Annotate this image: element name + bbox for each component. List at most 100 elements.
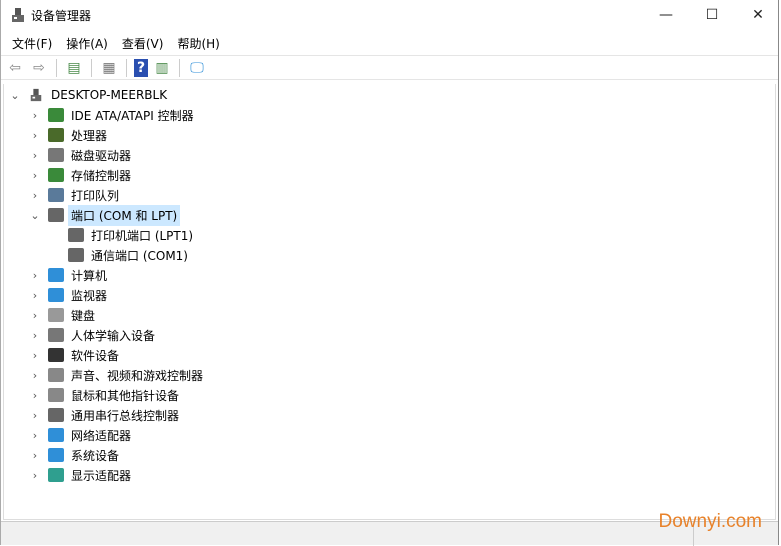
chevron-right-icon[interactable]: › [28, 449, 42, 462]
chevron-right-icon[interactable]: › [28, 429, 42, 442]
chevron-right-icon[interactable]: › [28, 289, 42, 302]
help-button[interactable]: ? [134, 58, 148, 77]
chevron-right-icon[interactable]: › [28, 269, 42, 282]
scan-hardware-button[interactable]: 🖵 [187, 59, 207, 77]
root-label: DESKTOP-MEERBLK [51, 88, 168, 102]
tree-item[interactable]: › 打印队列 [28, 185, 122, 205]
tree-item[interactable]: › 鼠标和其他指针设备 [28, 385, 182, 405]
tree-item[interactable]: 通信端口 (COM1) [48, 245, 191, 265]
tree-item-label: 处理器 [71, 128, 108, 143]
tree-item-label: 通信端口 (COM1) [91, 248, 188, 263]
menu-bar: 文件(F) 操作(A) 查看(V) 帮助(H) [1, 32, 778, 54]
computer-root-icon [30, 88, 42, 102]
display-icon [48, 468, 64, 482]
title-bar: 设备管理器 — ☐ ✕ [1, 0, 778, 30]
tree-item[interactable]: › 监视器 [28, 285, 110, 305]
tree-item[interactable]: › 存储控制器 [28, 165, 134, 185]
tree-item[interactable]: 打印机端口 (LPT1) [48, 225, 196, 245]
tree-item[interactable]: › 键盘 [28, 305, 98, 325]
tree-item[interactable]: › 人体学输入设备 [28, 325, 158, 345]
printer-icon [48, 188, 64, 202]
port-icon [68, 228, 84, 242]
tree-item[interactable]: › 声音、视频和游戏控制器 [28, 365, 206, 385]
show-hide-console-tree-button[interactable]: ▤ [64, 59, 84, 77]
tree-item-label: 显示适配器 [71, 468, 132, 483]
tree-item-label: 计算机 [71, 268, 108, 283]
tree-item-label: 通用串行总线控制器 [71, 408, 180, 423]
back-button[interactable]: ⇦ [5, 59, 25, 77]
tree-item-label: 网络适配器 [71, 428, 132, 443]
menu-action[interactable]: 操作(A) [59, 32, 115, 54]
tree-item[interactable]: › 显示适配器 [28, 465, 134, 485]
tree-item-label: 存储控制器 [71, 168, 132, 183]
tree-item[interactable]: › 磁盘驱动器 [28, 145, 134, 165]
chevron-right-icon[interactable]: › [28, 469, 42, 482]
device-manager-icon [12, 8, 24, 22]
ide-icon [48, 108, 64, 122]
tree-item[interactable]: › 计算机 [28, 265, 110, 285]
software-device-icon [48, 348, 64, 362]
tree-item-label: 鼠标和其他指针设备 [71, 388, 180, 403]
chevron-down-icon[interactable]: ⌄ [8, 89, 22, 102]
menu-view[interactable]: 查看(V) [115, 32, 171, 54]
chevron-right-icon[interactable]: › [28, 149, 42, 162]
tree-item-label: 人体学输入设备 [71, 328, 156, 343]
tree-item-label: 键盘 [71, 308, 96, 323]
chevron-right-icon[interactable]: › [28, 329, 42, 342]
disk-icon [48, 148, 64, 162]
chevron-right-icon[interactable]: › [28, 109, 42, 122]
tree-item[interactable]: › 网络适配器 [28, 425, 134, 445]
tree-item[interactable]: › 软件设备 [28, 345, 122, 365]
toolbar-separator [91, 58, 92, 77]
hid-icon [48, 328, 64, 342]
menu-file[interactable]: 文件(F) [5, 32, 59, 54]
show-hide-action-pane-button[interactable]: ▥ [152, 59, 172, 77]
forward-button[interactable]: ⇨ [29, 59, 49, 77]
chevron-right-icon[interactable]: › [28, 349, 42, 362]
toolbar-separator [126, 58, 127, 77]
speaker-icon [48, 368, 64, 382]
toolbar-separator [179, 58, 180, 77]
usb-icon [48, 408, 64, 422]
tree-item[interactable]: › 系统设备 [28, 445, 122, 465]
tree-root[interactable]: ⌄ DESKTOP-MEERBLK [8, 85, 170, 105]
port-icon [68, 248, 84, 262]
device-tree: ⌄ DESKTOP-MEERBLK › IDE ATA/ATAPI 控制器 › 处理器… [3, 84, 776, 520]
storage-icon [48, 168, 64, 182]
tree-item-label: IDE ATA/ATAPI 控制器 [71, 108, 194, 123]
close-button[interactable]: ✕ [735, 0, 781, 30]
chevron-right-icon[interactable]: › [28, 409, 42, 422]
device-manager-window: 设备管理器 — ☐ ✕ 文件(F) 操作(A) 查看(V) 帮助(H) ⇦ ⇨ … [0, 0, 779, 546]
tree-item-label: 打印队列 [71, 188, 120, 203]
system-icon [48, 448, 64, 462]
minimize-button[interactable]: — [643, 0, 689, 30]
chevron-right-icon[interactable]: › [28, 389, 42, 402]
tree-item[interactable]: › 处理器 [28, 125, 110, 145]
tree-item-label: 端口 (COM 和 LPT) [68, 204, 181, 226]
chevron-down-icon[interactable]: ⌄ [28, 209, 42, 222]
menu-help[interactable]: 帮助(H) [170, 32, 226, 54]
tree-item-label: 系统设备 [71, 448, 120, 463]
tree-item-label: 监视器 [71, 288, 108, 303]
tree-item-label: 打印机端口 (LPT1) [91, 228, 194, 243]
window-title: 设备管理器 [31, 9, 92, 23]
tree-item-label: 软件设备 [71, 348, 120, 363]
keyboard-icon [48, 308, 64, 322]
tree-item-label: 磁盘驱动器 [71, 148, 132, 163]
watermark: Downyi.com [658, 511, 762, 532]
properties-button[interactable]: ▦ [99, 59, 119, 77]
mouse-icon [48, 388, 64, 402]
toolbar: ⇦ ⇨ ▤ ▦ ? ▥ 🖵 [1, 55, 778, 80]
tree-item[interactable]: › 通用串行总线控制器 [28, 405, 182, 425]
toolbar-separator [56, 58, 57, 77]
tree-item-label: 声音、视频和游戏控制器 [71, 368, 204, 383]
maximize-button[interactable]: ☐ [689, 0, 735, 30]
chevron-right-icon[interactable]: › [28, 309, 42, 322]
chevron-right-icon[interactable]: › [28, 189, 42, 202]
chevron-right-icon[interactable]: › [28, 369, 42, 382]
chevron-right-icon[interactable]: › [28, 169, 42, 182]
monitor-icon [48, 288, 64, 302]
tree-item[interactable]: ⌄ 端口 (COM 和 LPT) [28, 204, 181, 226]
chevron-right-icon[interactable]: › [28, 129, 42, 142]
tree-item[interactable]: › IDE ATA/ATAPI 控制器 [28, 105, 197, 125]
